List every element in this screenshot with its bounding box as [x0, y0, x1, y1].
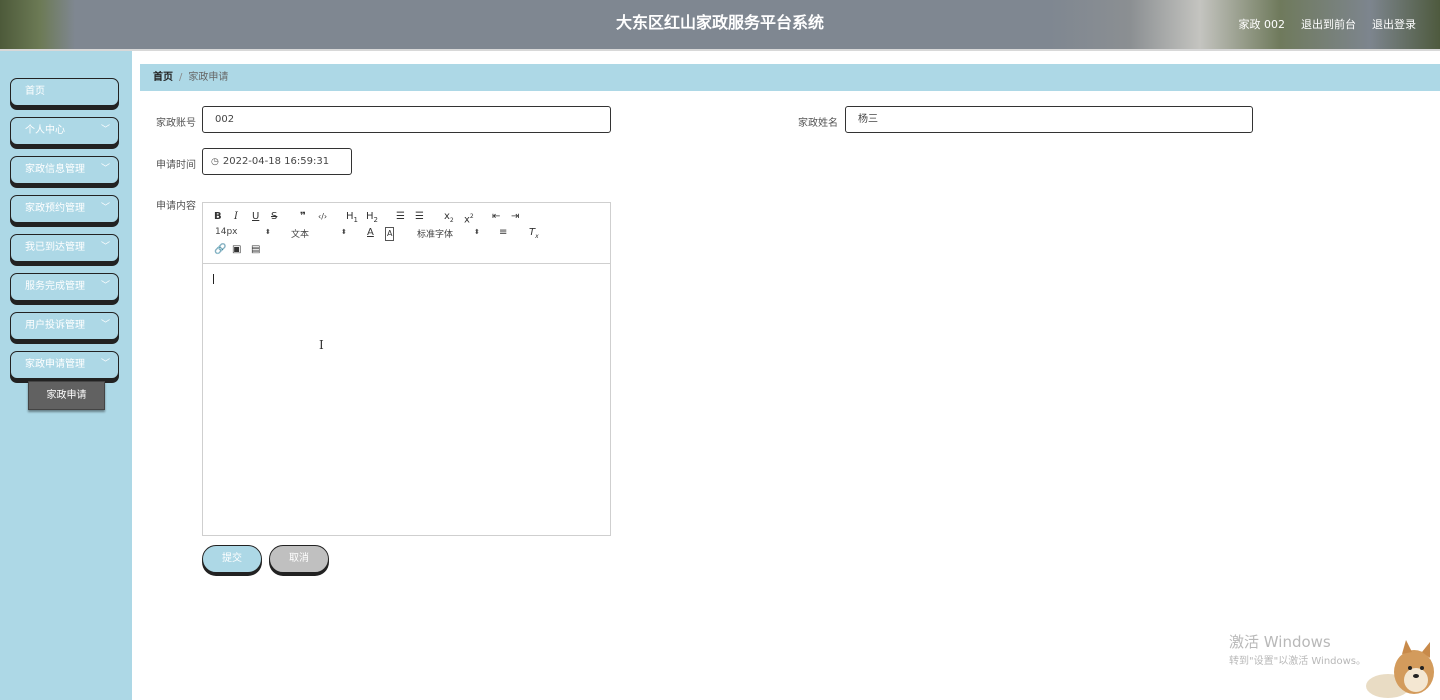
link-icon[interactable]: 🔗: [214, 244, 226, 256]
top-header: 大东区红山家政服务平台系统 家政 002 退出到前台 退出登录: [0, 0, 1440, 51]
chevron-down-icon: ﹀: [100, 203, 110, 213]
app-title: 大东区红山家政服务平台系统: [615, 13, 824, 32]
logout-link[interactable]: 退出登录: [1372, 16, 1416, 32]
header-actions: 家政 002 退出到前台 退出登录: [1239, 16, 1417, 32]
superscript-icon[interactable]: x2: [464, 211, 474, 226]
activation-watermark-title: 激活 Windows: [1229, 633, 1331, 651]
editor-content-area[interactable]: I: [203, 265, 610, 535]
select-arrows-icon: ⬍: [265, 228, 271, 236]
sidebar-item-label: 首页: [25, 86, 45, 97]
chevron-down-icon: ﹀: [100, 359, 110, 369]
time-label: 申请时间: [156, 160, 196, 171]
text-type-value: 文本: [291, 230, 310, 240]
sidebar-item-label: 家政申请管理: [25, 359, 85, 370]
sidebar-item-label: 家政预约管理: [25, 203, 85, 214]
select-arrows-icon: ⬍: [474, 228, 480, 236]
bullet-list-icon[interactable]: ☰: [415, 211, 424, 223]
sidebar-item-complaints[interactable]: 用户投诉管理 ﹀: [10, 312, 119, 340]
clear-format-icon[interactable]: Tx: [529, 227, 539, 243]
bold-icon[interactable]: B: [214, 211, 222, 223]
font-family-value: 标准字体: [417, 230, 454, 240]
sidebar-item-applications[interactable]: 家政申请管理 ﹀: [10, 351, 119, 379]
ordered-list-icon[interactable]: ☰: [396, 211, 405, 223]
chevron-down-icon: ﹀: [100, 281, 110, 291]
submit-button[interactable]: 提交: [202, 545, 262, 573]
subscript-icon[interactable]: x2: [444, 211, 454, 227]
video-icon[interactable]: ▤: [251, 244, 260, 256]
background-color-icon[interactable]: A: [385, 227, 395, 241]
sidebar-item-home[interactable]: 首页: [10, 78, 119, 106]
sidebar-item-label: 个人中心: [25, 125, 65, 136]
dog-mascot-icon: [1366, 640, 1434, 698]
sidebar-item-personal-center[interactable]: 个人中心 ﹀: [10, 117, 119, 145]
sidebar-item-label: 用户投诉管理: [25, 320, 85, 331]
image-icon[interactable]: ▣: [232, 244, 241, 256]
breadcrumb-separator: /: [179, 72, 183, 83]
sidebar-item-arrived[interactable]: 我已到达管理 ﹀: [10, 234, 119, 262]
sidebar-item-housekeeping-info[interactable]: 家政信息管理 ﹀: [10, 156, 119, 184]
h2-icon[interactable]: H2: [366, 211, 378, 226]
font-size-value: 14px: [215, 227, 238, 237]
text-type-select[interactable]: 文本 ⬍: [291, 227, 349, 240]
sidebar-item-label: 家政信息管理: [25, 164, 85, 175]
chevron-down-icon: ﹀: [100, 164, 110, 174]
align-icon[interactable]: ≡: [499, 227, 507, 239]
content-label: 申请内容: [156, 201, 196, 212]
italic-icon[interactable]: I: [234, 211, 238, 223]
date-picker[interactable]: ◷ 2022-04-18 16:59:31: [202, 148, 352, 175]
h1-icon[interactable]: H1: [346, 211, 358, 226]
breadcrumb-home[interactable]: 首页: [153, 72, 173, 83]
font-family-select[interactable]: 标准字体 ⬍: [417, 227, 481, 240]
name-field[interactable]: 杨三: [845, 106, 1253, 133]
chevron-down-icon: ﹀: [100, 242, 110, 252]
sidebar-item-label: 服务完成管理: [25, 281, 85, 292]
to-frontend-link[interactable]: 退出到前台: [1301, 16, 1356, 32]
indent-icon[interactable]: ⇥: [511, 211, 519, 223]
sidebar-item-label: 我已到达管理: [25, 242, 85, 253]
outdent-icon[interactable]: ⇤: [492, 211, 500, 223]
breadcrumb: 首页 / 家政申请: [140, 64, 1440, 91]
activation-watermark-subtitle: 转到"设置"以激活 Windows。: [1229, 656, 1367, 667]
sidebar-item-appointments[interactable]: 家政预约管理 ﹀: [10, 195, 119, 223]
current-user-label: 家政 002: [1238, 18, 1286, 31]
account-label: 家政账号: [156, 118, 196, 129]
blockquote-icon[interactable]: ❞: [300, 211, 306, 223]
font-color-icon[interactable]: A: [367, 227, 374, 239]
select-arrows-icon: ⬍: [341, 228, 347, 236]
strike-icon[interactable]: S: [271, 211, 277, 223]
account-field[interactable]: 002: [202, 106, 611, 133]
clock-icon: ◷: [211, 157, 219, 167]
sidebar-item-service-complete[interactable]: 服务完成管理 ﹀: [10, 273, 119, 301]
cancel-button[interactable]: 取消: [269, 545, 329, 573]
font-size-select[interactable]: 14px ⬍: [215, 227, 273, 239]
sidebar: 首页 个人中心 ﹀ 家政信息管理 ﹀ 家政预约管理 ﹀ 我已到达管理 ﹀ 服务完…: [0, 51, 132, 700]
text-cursor-icon: I: [319, 338, 324, 352]
date-value: 2022-04-18 16:59:31: [222, 156, 330, 167]
submenu-item-application[interactable]: 家政申请: [28, 381, 105, 410]
chevron-down-icon: ﹀: [100, 125, 110, 135]
name-label: 家政姓名: [798, 118, 838, 129]
chevron-down-icon: ﹀: [100, 320, 110, 330]
rich-text-editor: B I U S ❞ ‹/› H1 H2 ☰ ☰ x2 x2 ⇤ ⇥ 14px ⬍…: [202, 202, 611, 536]
breadcrumb-current: 家政申请: [188, 72, 229, 83]
text-caret: [213, 274, 214, 284]
underline-icon[interactable]: U: [252, 211, 259, 223]
editor-toolbar: B I U S ❞ ‹/› H1 H2 ☰ ☰ x2 x2 ⇤ ⇥ 14px ⬍…: [203, 203, 610, 264]
code-icon[interactable]: ‹/›: [318, 211, 327, 223]
